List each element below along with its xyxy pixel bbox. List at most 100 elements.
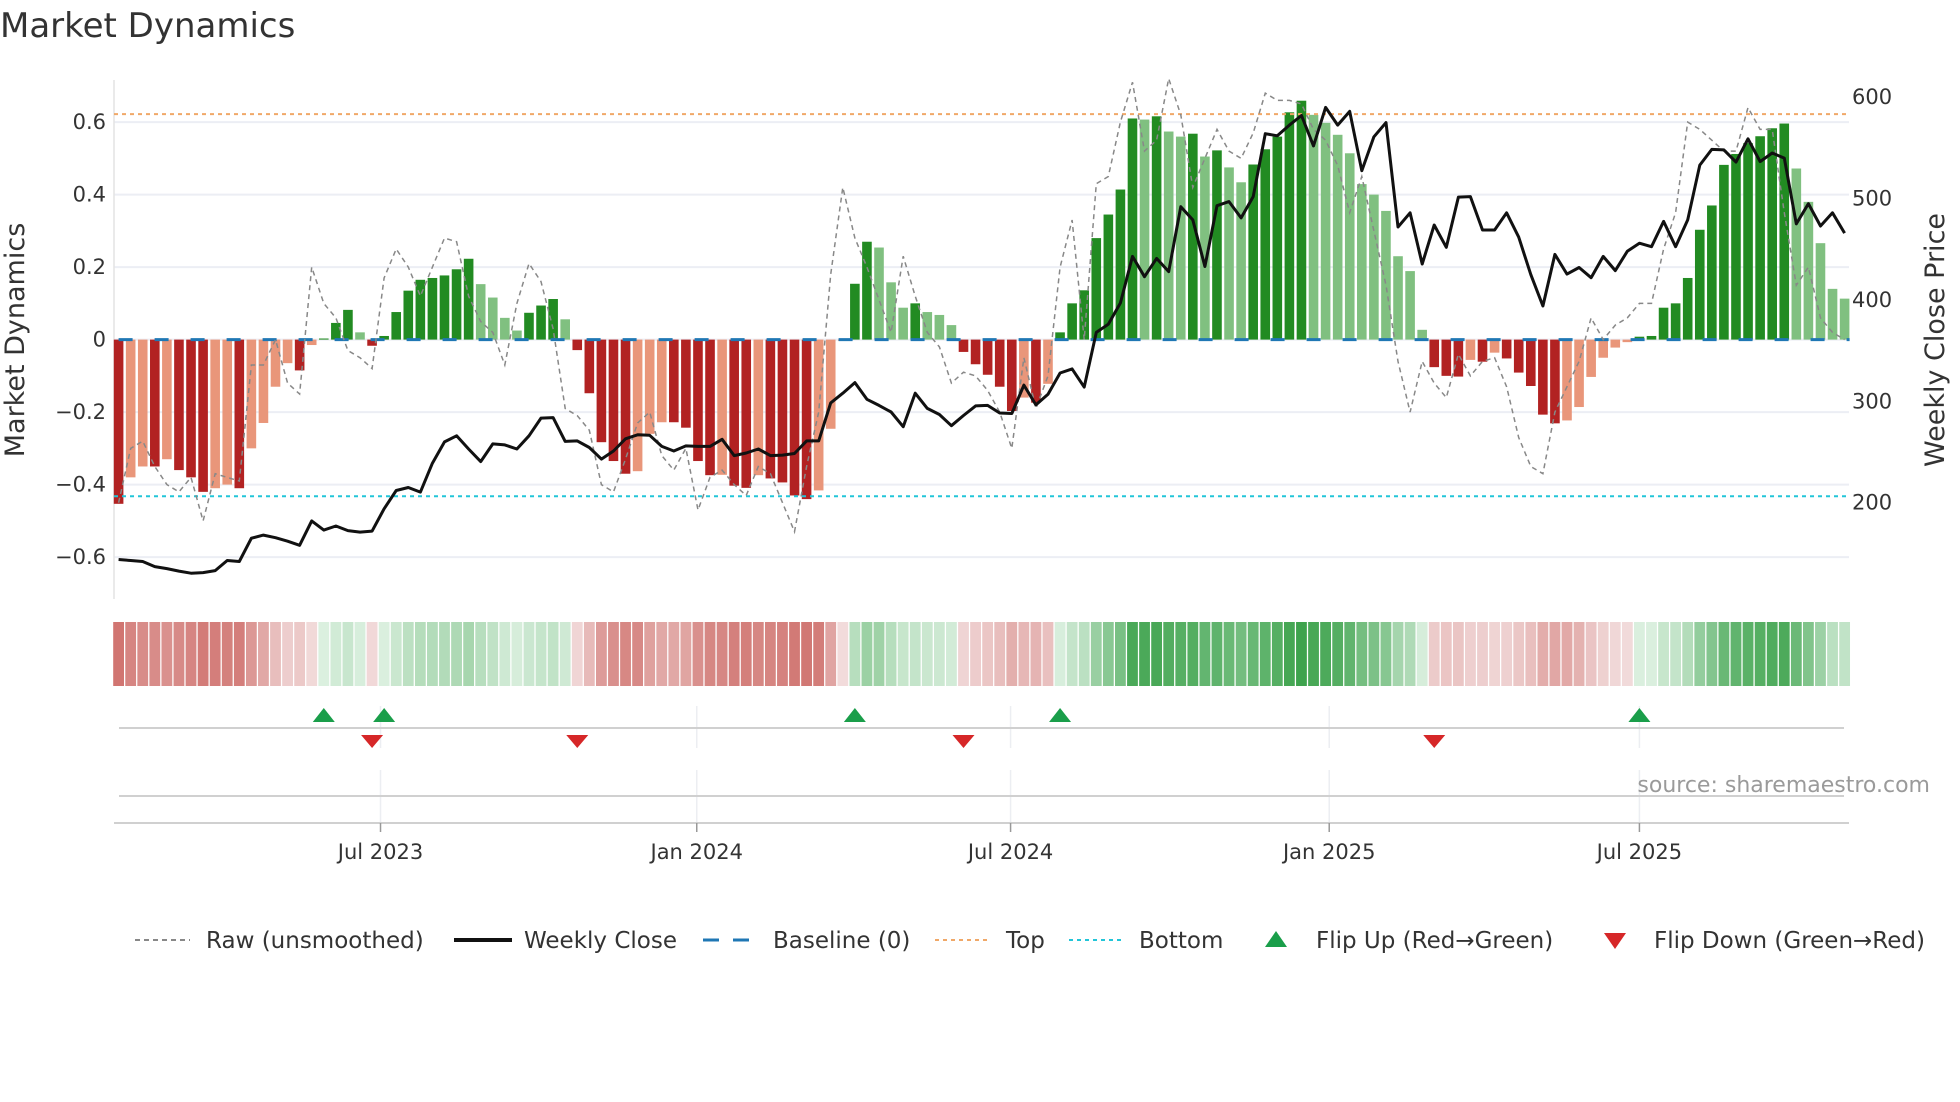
bar-positive <box>318 338 329 340</box>
bar-negative <box>982 339 993 375</box>
bar-positive <box>1067 303 1077 340</box>
bar-positive <box>1091 238 1102 340</box>
heat-strip-cell <box>608 622 619 686</box>
heat-strip-cell <box>427 622 438 686</box>
bar-positive <box>862 241 872 340</box>
bar-negative <box>572 339 583 351</box>
heat-strip-cell <box>680 622 692 686</box>
bar-positive <box>946 325 957 340</box>
bar-negative <box>270 339 281 387</box>
heat-strip-cell <box>728 622 740 686</box>
heat-strip-cell <box>209 622 221 686</box>
heat-strip-cell <box>1815 622 1826 686</box>
heat-strip-cell <box>1416 622 1428 686</box>
bar-positive <box>850 283 860 340</box>
heat-strip-cell <box>1694 622 1706 686</box>
heat-strip-cell <box>958 622 969 686</box>
heat-strip-cell <box>909 622 921 686</box>
heat-strip-cell <box>463 622 475 686</box>
heat-strip-cell <box>1489 622 1500 686</box>
bar-positive <box>874 247 884 340</box>
heat-strip-cell <box>1259 622 1271 686</box>
bar-positive <box>1224 167 1234 340</box>
heat-strip-cell <box>1030 622 1042 686</box>
heat-strip-cell <box>933 622 945 686</box>
legend-bottom-label: Bottom <box>1139 928 1223 954</box>
bar-negative <box>1453 339 1464 377</box>
y-tick-label: 0.6 <box>73 110 106 134</box>
bar-negative <box>693 339 703 462</box>
heat-strip-cell <box>378 622 390 686</box>
bar-positive <box>1139 119 1150 340</box>
heat-strip-cell <box>885 622 897 686</box>
heat-strip-cell <box>994 622 1006 686</box>
bar-negative <box>970 339 981 365</box>
heat-strip-cell <box>306 622 318 686</box>
bar-negative <box>765 339 776 479</box>
heat-strip-cell <box>258 622 269 686</box>
bar-positive <box>1694 229 1705 340</box>
heat-strip-cell <box>197 622 209 686</box>
bar-positive <box>524 312 534 340</box>
heat-strip-cell <box>1573 622 1585 686</box>
heat-strip-cell <box>1670 622 1682 686</box>
bar-positive <box>463 258 474 340</box>
heat-strip-cell <box>402 622 414 686</box>
heat-strip-cell <box>1296 622 1307 686</box>
heat-strip-cell <box>1247 622 1259 686</box>
heat-strip-cell <box>1706 622 1718 686</box>
y-tick-label: −0.6 <box>55 545 106 569</box>
raw-series-line <box>117 75 1845 535</box>
bar-negative <box>210 339 220 489</box>
bar-positive <box>1682 277 1693 340</box>
heat-strip-cell <box>173 622 185 686</box>
heat-strip-cell <box>571 622 583 686</box>
dynamics-bars <box>113 100 1850 504</box>
bar-negative <box>113 339 124 504</box>
heat-strip-cell <box>1115 622 1126 686</box>
flip-up-triangle-icon <box>843 708 866 722</box>
bar-positive <box>536 305 546 340</box>
bar-negative <box>174 339 184 471</box>
heat-strip-cell <box>1223 622 1235 686</box>
bar-negative <box>186 339 196 478</box>
heat-strip-cell <box>1621 622 1633 686</box>
bar-negative <box>705 339 715 476</box>
heat-strip-cell <box>1754 622 1766 686</box>
bar-negative <box>258 339 269 423</box>
heat-strip-cell <box>499 622 511 686</box>
right-y-tick-label: 300 <box>1852 389 1892 413</box>
bar-negative <box>1586 339 1596 377</box>
heat-strip-cell <box>487 622 499 686</box>
bar-negative <box>1441 339 1452 376</box>
bar-positive <box>1767 128 1777 340</box>
right-y-tick-label: 400 <box>1852 288 1892 312</box>
bar-negative <box>958 339 969 352</box>
heat-strip-cell <box>1054 622 1066 686</box>
bar-positive <box>1260 149 1271 340</box>
heat-strip-cell <box>1501 622 1513 686</box>
heat-strip-cell <box>1199 622 1211 686</box>
bar-negative <box>777 339 788 483</box>
bar-positive <box>1320 122 1331 340</box>
heat-strip-cell <box>764 622 776 686</box>
bar-negative <box>994 339 1005 387</box>
heat-strip-cell <box>656 622 668 686</box>
bar-positive <box>403 290 414 340</box>
y-tick-label: −0.2 <box>55 400 106 424</box>
bar-negative <box>1489 339 1500 353</box>
heat-strip-cell <box>1597 622 1609 686</box>
bar-positive <box>1212 150 1222 340</box>
flip-up-triangle-icon <box>1049 708 1072 722</box>
x-tick-label: Jul 2025 <box>1595 840 1682 864</box>
heat-strip-cell <box>1320 622 1331 686</box>
bar-positive <box>1670 303 1681 340</box>
bar-negative <box>150 339 160 467</box>
bar-negative <box>753 339 764 476</box>
heat-strip-cell <box>813 622 825 686</box>
bar-positive <box>922 312 933 340</box>
bar-positive <box>1272 136 1283 340</box>
heat-strip-cell <box>1235 622 1247 686</box>
heat-strip-cell <box>1187 622 1199 686</box>
heat-strip-cell <box>1477 622 1488 686</box>
